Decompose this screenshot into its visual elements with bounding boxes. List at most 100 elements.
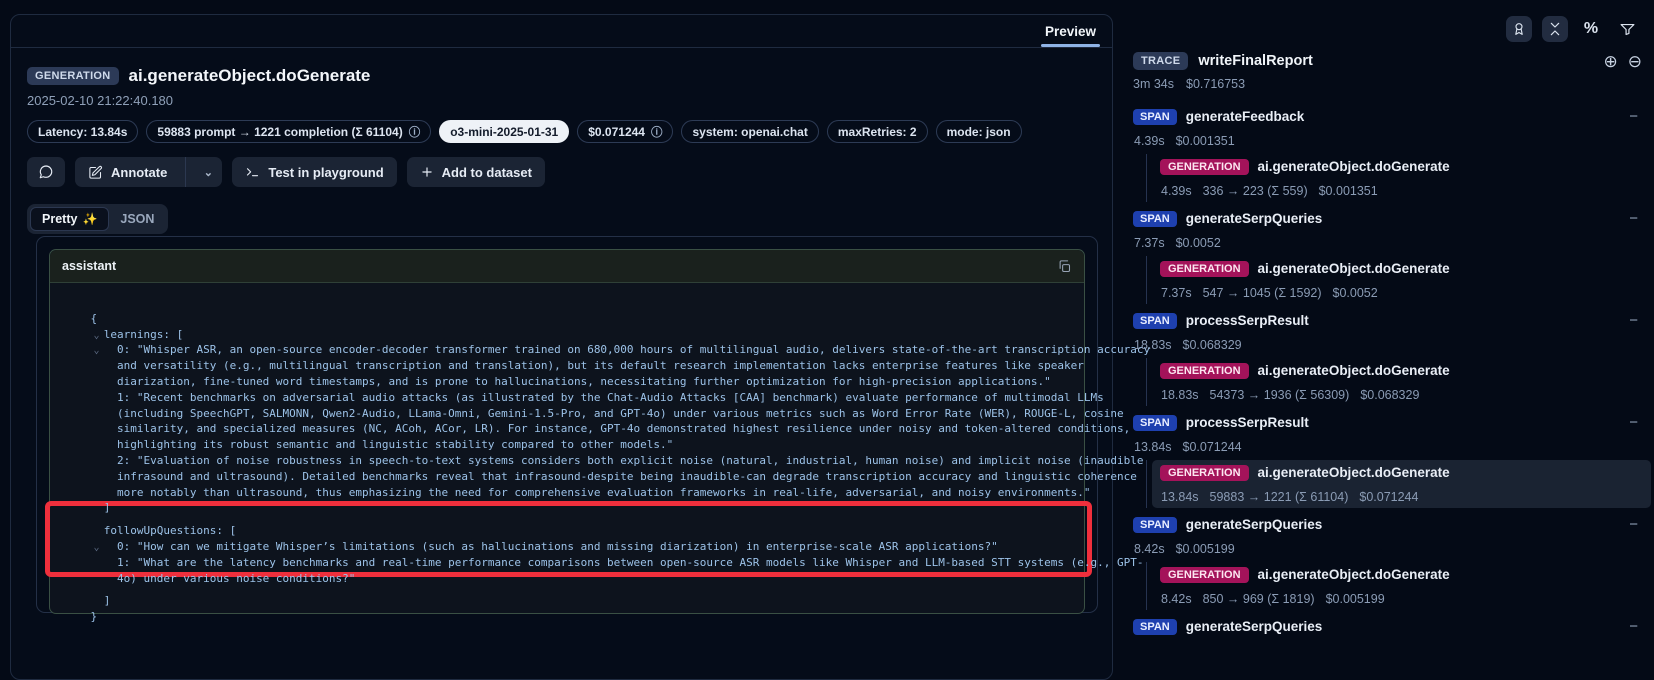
trace-tree-block: SPAN processSerpResult − 18.83s$0.068329… xyxy=(1133,308,1654,406)
span-type-badge: SPAN xyxy=(1133,619,1177,635)
span-type-badge: SPAN xyxy=(1133,415,1177,431)
code-text: (including SpeechGPT, SALMONN, Qwen2-Aud… xyxy=(91,407,1124,420)
span-row[interactable]: SPAN processSerpResult − xyxy=(1133,308,1654,333)
collapse-node-icon[interactable]: − xyxy=(1629,312,1638,329)
percent-icon: % xyxy=(1584,20,1598,38)
collapse-node-icon[interactable]: − xyxy=(1629,618,1638,635)
code-text: 1: "Recent benchmarks on adversarial aud… xyxy=(91,391,1104,404)
metadata-pill[interactable]: 59883 prompt → 1221 completion (Σ 61104)… xyxy=(146,120,431,143)
metadata-pill[interactable]: maxRetries: 2 xyxy=(827,120,928,143)
output-card: assistant { ⌄ learnings: [ ⌄ 0: "Whisper… xyxy=(36,236,1098,613)
span-type-badge: SPAN xyxy=(1133,517,1177,533)
span-row[interactable]: SPAN generateSerpQueries − xyxy=(1133,512,1654,537)
expand-all-icon[interactable]: ⊕ xyxy=(1604,53,1618,70)
trace-span-tree: SPAN generateFeedback − 4.39s $0.001351 G… xyxy=(1133,104,1654,639)
code-text: and versatility (e.g., multilingual tran… xyxy=(91,359,1084,372)
span-row[interactable]: SPAN generateSerpQueries − xyxy=(1133,614,1654,639)
code-line: learnings: [ ⌄ xyxy=(64,311,1084,327)
generation-metrics: 13.84s59883 → 1221 (Σ 61104)$0.071244 xyxy=(1160,485,1643,508)
collapse-node-icon[interactable]: − xyxy=(1629,414,1638,431)
assistant-message-header: assistant xyxy=(50,250,1084,283)
code-text: more notably than ultrasound, thus empha… xyxy=(91,486,1091,499)
generation-metrics: 7.37s547 → 1045 (Σ 1592)$0.0052 xyxy=(1160,281,1646,304)
span-name: generateSerpQueries xyxy=(1186,619,1620,634)
trace-tree-block: SPAN generateSerpQueries − 8.42s$0.00519… xyxy=(1133,512,1654,610)
sparkles-icon: ✨ xyxy=(82,212,97,226)
annotate-label: Annotate xyxy=(111,165,167,180)
metric-value: 4.39s xyxy=(1134,134,1165,148)
scores-button[interactable] xyxy=(1506,16,1532,42)
annotate-pencil-icon xyxy=(88,165,103,180)
collapse-all-icon[interactable]: ⊖ xyxy=(1628,53,1642,70)
dataset-label: Add to dataset xyxy=(442,165,532,180)
observation-timestamp: 2025-02-10 21:22:40.180 xyxy=(27,93,1096,108)
span-children: GENERATION ai.generateObject.doGenerate … xyxy=(1146,154,1654,202)
chevron-down-icon: ⌄ xyxy=(204,166,213,179)
span-name: generateFeedback xyxy=(1186,109,1620,124)
highlight-red-box: followUpQuestions: [ ⌄ 0: "How can we mi… xyxy=(45,501,1092,576)
code-line: } xyxy=(64,593,1084,609)
metrics-toggle-button[interactable]: % xyxy=(1578,16,1604,42)
collapse-icon xyxy=(1547,21,1563,37)
assistant-message-block: assistant { ⌄ learnings: [ ⌄ 0: "Whisper… xyxy=(49,249,1085,614)
collapse-node-icon[interactable]: − xyxy=(1629,516,1638,533)
test-in-playground-button[interactable]: Test in playground xyxy=(232,157,396,187)
span-row[interactable]: SPAN generateSerpQueries − xyxy=(1133,206,1654,231)
pill-label: Latency: 13.84s xyxy=(38,125,127,139)
generation-name: ai.generateObject.doGenerate xyxy=(1258,567,1646,582)
span-children: GENERATION ai.generateObject.doGenerate … xyxy=(1146,562,1654,610)
trace-root-row[interactable]: TRACE writeFinalReport ⊕ ⊖ xyxy=(1133,52,1642,70)
span-type-badge: SPAN xyxy=(1133,313,1177,329)
metadata-pill[interactable]: system: openai.chat xyxy=(681,120,818,143)
button-divider xyxy=(185,157,186,187)
code-text: } xyxy=(91,610,98,623)
collapse-node-icon[interactable]: − xyxy=(1629,210,1638,227)
pill-label: mode: json xyxy=(947,125,1011,139)
message-role-label: assistant xyxy=(62,259,116,273)
json-output-code[interactable]: { ⌄ learnings: [ ⌄ 0: "Whisper ASR, an o… xyxy=(50,283,1084,613)
comment-button[interactable] xyxy=(27,157,65,187)
code-text: infrasound and ultrasound). Detailed ben… xyxy=(91,470,1137,483)
generation-row[interactable]: GENERATION ai.generateObject.doGenerate … xyxy=(1152,154,1654,202)
app-canvas: Preview GENERATION ai.generateObject.doG… xyxy=(0,0,1654,673)
metric-value: $0.001351 xyxy=(1319,184,1378,198)
tab-json[interactable]: JSON xyxy=(109,208,165,230)
annotate-split-button: Annotate ⌄ xyxy=(75,157,222,187)
trace-cost: $0.716753 xyxy=(1186,77,1245,91)
playground-label: Test in playground xyxy=(268,165,383,180)
metric-value: 336 → 223 (Σ 559) xyxy=(1203,184,1308,198)
generation-row[interactable]: GENERATION ai.generateObject.doGenerate … xyxy=(1152,562,1654,610)
annotate-button[interactable]: Annotate xyxy=(75,157,177,187)
add-to-dataset-button[interactable]: Add to dataset xyxy=(407,157,545,187)
collapse-all-button[interactable] xyxy=(1542,16,1568,42)
code-text: { xyxy=(91,312,98,325)
metadata-pill[interactable]: mode: json xyxy=(936,120,1022,143)
pill-label: o3-mini-2025-01-31 xyxy=(450,125,558,139)
tab-preview[interactable]: Preview xyxy=(1041,15,1100,47)
span-row[interactable]: SPAN generateFeedback − xyxy=(1133,104,1654,129)
span-name: processSerpResult xyxy=(1186,313,1620,328)
generation-row[interactable]: GENERATION ai.generateObject.doGenerate … xyxy=(1152,460,1651,508)
sidebar-toolbar: % xyxy=(1506,16,1640,42)
metric-value: 18.83s xyxy=(1134,338,1172,352)
generation-name: ai.generateObject.doGenerate xyxy=(1258,465,1643,480)
observation-type-badge: GENERATION xyxy=(27,67,119,85)
terminal-icon xyxy=(245,165,260,180)
tab-pretty[interactable]: Pretty ✨ xyxy=(30,207,109,231)
metadata-pill[interactable]: Latency: 13.84s xyxy=(27,120,138,143)
annotate-dropdown-button[interactable]: ⌄ xyxy=(194,157,222,187)
metadata-pill[interactable]: $0.071244 ⓘ xyxy=(577,120,673,143)
collapse-node-icon[interactable]: − xyxy=(1629,108,1638,125)
metadata-pill[interactable]: o3-mini-2025-01-31 xyxy=(439,120,569,143)
generation-row[interactable]: GENERATION ai.generateObject.doGenerate … xyxy=(1152,358,1654,406)
code-text: followUpQuestions: [ xyxy=(91,524,237,537)
preview-tabbar: Preview xyxy=(11,15,1112,48)
span-type-badge: SPAN xyxy=(1133,109,1177,125)
filter-button[interactable] xyxy=(1614,16,1640,42)
comment-bubble-icon xyxy=(38,164,54,180)
copy-button[interactable] xyxy=(1057,259,1072,274)
generation-row[interactable]: GENERATION ai.generateObject.doGenerate … xyxy=(1152,256,1654,304)
generation-type-badge: GENERATION xyxy=(1160,567,1249,583)
plus-icon xyxy=(420,165,434,179)
span-row[interactable]: SPAN processSerpResult − xyxy=(1133,410,1654,435)
